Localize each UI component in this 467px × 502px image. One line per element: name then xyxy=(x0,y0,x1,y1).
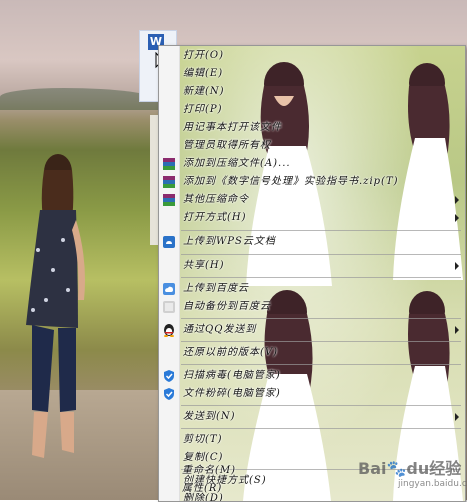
menu-item-open-with-notepad[interactable]: 用记事本打开该文件 xyxy=(159,119,465,137)
menu-item-label: 属性(R) xyxy=(182,483,223,494)
submenu-arrow-icon xyxy=(455,262,459,270)
menu-separator xyxy=(181,364,461,365)
baidu-cloud-icon xyxy=(163,283,175,295)
shield-icon xyxy=(164,370,174,382)
menu-item-send-via-qq[interactable]: 通过QQ发送到 xyxy=(159,321,465,339)
wallpaper-hills xyxy=(0,88,160,110)
menu-separator xyxy=(181,318,461,319)
menu-item-send-to[interactable]: 发送到(N) xyxy=(159,408,465,426)
menu-item-label: 上传到百度云 xyxy=(183,283,249,294)
menu-item-label: 发送到(N) xyxy=(183,411,236,422)
menu-item-label: 管理员取得所有权 xyxy=(183,140,271,151)
context-menu: 打开(O) 编辑(E) 新建(N) 打印(P) 用记事本打开该文件 管理员取得所… xyxy=(158,45,466,502)
shield-icon xyxy=(164,388,174,400)
submenu-arrow-icon xyxy=(455,214,459,222)
menu-item-label: 新建(N) xyxy=(183,86,225,97)
baidu-watermark: Bai🐾du经验 jingyan.baidu.com xyxy=(358,455,467,489)
submenu-arrow-icon xyxy=(455,196,459,204)
menu-item-add-to-archive[interactable]: 添加到压缩文件(A)... xyxy=(159,155,465,173)
menu-item-upload-wps[interactable]: 上传到WPS云文档 xyxy=(159,233,465,251)
watermark-brand: Bai xyxy=(358,459,387,478)
menu-item-auto-backup-baidu[interactable]: 自动备份到百度云 xyxy=(159,298,465,316)
menu-separator xyxy=(181,341,461,342)
menu-item-label: 打开(O) xyxy=(183,50,225,61)
paw-icon: 🐾 xyxy=(386,459,407,478)
submenu-arrow-icon xyxy=(455,326,459,334)
menu-item-label: 用记事本打开该文件 xyxy=(183,122,282,133)
submenu-arrow-icon xyxy=(455,413,459,421)
menu-item-label: 编辑(E) xyxy=(183,68,224,79)
menu-item-label: 其他压缩命令 xyxy=(183,194,249,205)
qq-penguin-icon xyxy=(164,324,174,337)
menu-item-label: 文件粉碎(电脑管家) xyxy=(183,388,281,399)
watermark-site: jingyan.baidu.com xyxy=(398,479,467,489)
winrar-icon xyxy=(163,176,175,188)
winrar-icon xyxy=(163,158,175,170)
menu-item-file-shred[interactable]: 文件粉碎(电脑管家) xyxy=(159,385,465,403)
menu-item-label: 剪切(T) xyxy=(183,434,223,445)
menu-separator xyxy=(181,277,461,278)
menu-item-label: 共享(H) xyxy=(183,260,225,271)
wallpaper-girl-figure xyxy=(26,154,85,458)
menu-item-label: 重命名(M) xyxy=(182,465,237,476)
menu-item-label: 打印(P) xyxy=(183,104,223,115)
menu-item-label: 自动备份到百度云 xyxy=(183,301,271,312)
menu-item-label: 上传到WPS云文档 xyxy=(183,236,276,247)
menu-item-label: 还原以前的版本(V) xyxy=(183,347,279,358)
menu-item-label: 扫描病毒(电脑管家) xyxy=(183,370,281,381)
winrar-icon xyxy=(163,194,175,206)
menu-item-open-with[interactable]: 打开方式(H) xyxy=(159,209,465,227)
menu-item-take-ownership[interactable]: 管理员取得所有权 xyxy=(159,137,465,155)
menu-item-print[interactable]: 打印(P) xyxy=(159,101,465,119)
menu-item-share[interactable]: 共享(H) xyxy=(159,257,465,275)
menu-item-cut[interactable]: 剪切(T) xyxy=(159,431,465,449)
menu-item-restore-previous[interactable]: 还原以前的版本(V) xyxy=(159,344,465,362)
menu-item-add-to-zip[interactable]: 添加到《数字信号处理》实验指导书.zip(T) xyxy=(159,173,465,191)
menu-separator xyxy=(181,230,461,231)
backup-icon xyxy=(163,301,175,313)
menu-item-open[interactable]: 打开(O) xyxy=(159,47,465,65)
menu-separator xyxy=(181,428,461,429)
watermark-du: du xyxy=(406,459,430,478)
menu-item-virus-scan[interactable]: 扫描病毒(电脑管家) xyxy=(159,367,465,385)
menu-item-upload-baidu-cloud[interactable]: 上传到百度云 xyxy=(159,280,465,298)
wps-cloud-icon xyxy=(163,236,175,248)
menu-item-other-compression[interactable]: 其他压缩命令 xyxy=(159,191,465,209)
menu-separator xyxy=(181,405,461,406)
watermark-suffix: 经验 xyxy=(429,459,462,478)
menu-item-label: 添加到压缩文件(A)... xyxy=(183,158,291,169)
menu-item-edit[interactable]: 编辑(E) xyxy=(159,65,465,83)
menu-item-label: 打开方式(H) xyxy=(183,212,247,223)
menu-item-label: 添加到《数字信号处理》实验指导书.zip(T) xyxy=(183,176,399,187)
menu-item-label: 通过QQ发送到 xyxy=(183,324,257,335)
menu-item-new[interactable]: 新建(N) xyxy=(159,83,465,101)
menu-separator xyxy=(181,254,461,255)
